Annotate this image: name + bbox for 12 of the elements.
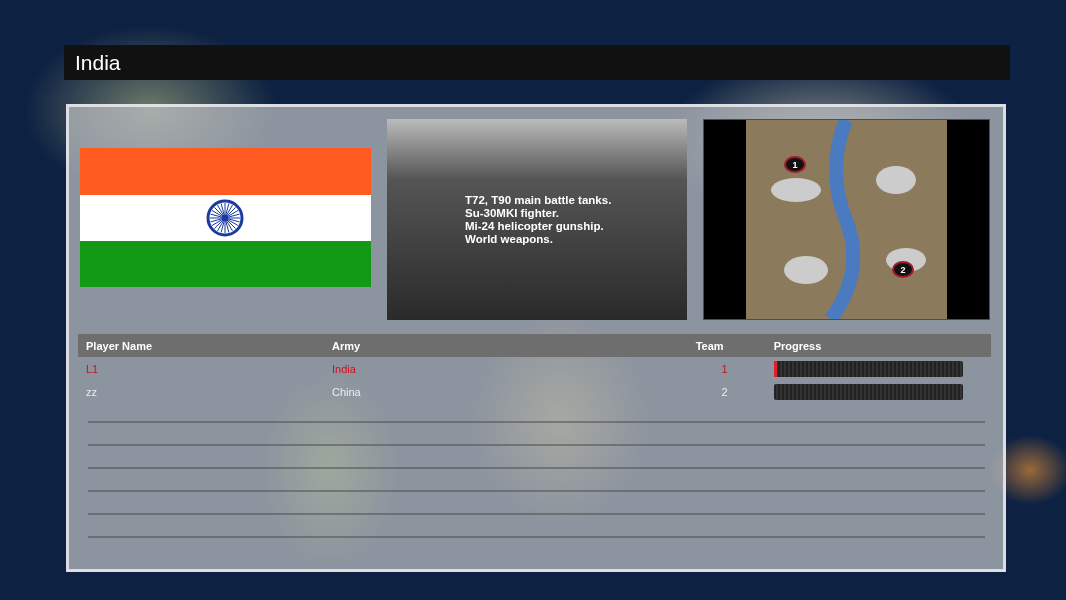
screen-title: India <box>64 45 1010 80</box>
column-header: Player Name <box>78 334 324 357</box>
table-cell-text: 2 <box>720 384 729 400</box>
table-cell-text: China <box>331 384 362 400</box>
table-cell: L1 <box>78 357 324 380</box>
column-header: Army <box>324 334 680 357</box>
table-cell: India <box>324 357 680 380</box>
table-cell-text: zz <box>85 384 98 400</box>
column-header: Progress <box>765 334 991 357</box>
faction-description: T72, T90 main battle tanks. Su-30MKI fighter. Mi-24 helicopter gunship. World weapons. <box>465 193 612 246</box>
column-header: Team <box>680 334 766 357</box>
table-cell: 1 <box>680 357 766 380</box>
